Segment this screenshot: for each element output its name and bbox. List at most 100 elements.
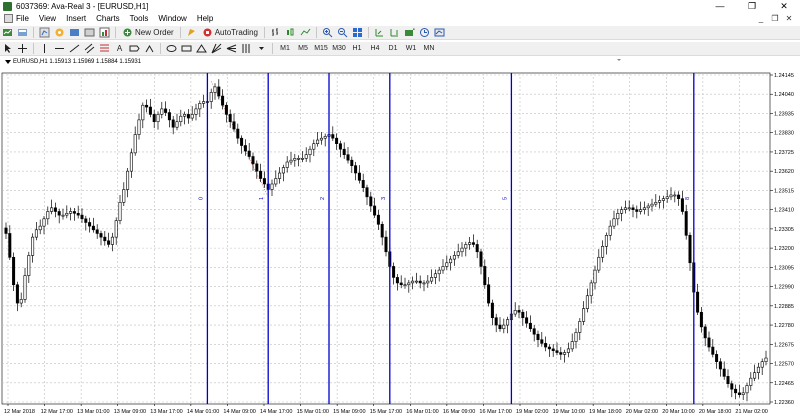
candle-body xyxy=(167,112,171,121)
zoom-out-button[interactable] xyxy=(336,27,349,39)
candle-body xyxy=(578,321,582,333)
arrows-button[interactable] xyxy=(143,43,156,55)
cycle-lines-icon xyxy=(242,44,250,53)
rectangle-button[interactable] xyxy=(180,43,193,55)
new-chart-button[interactable] xyxy=(1,27,14,39)
candlesticks-button[interactable] xyxy=(284,27,297,39)
candle-body xyxy=(247,150,251,157)
mdi-minimize-button[interactable]: _ xyxy=(754,12,768,25)
data-window-button[interactable] xyxy=(53,27,66,39)
text-tool-button[interactable]: A xyxy=(113,43,126,55)
metaeditor-button[interactable] xyxy=(185,27,198,39)
candle-body xyxy=(331,134,335,139)
candle-body xyxy=(80,214,84,220)
crosshair-icon xyxy=(18,44,27,53)
vertical-marker-label: 2 xyxy=(320,197,326,200)
timeframe-m15[interactable]: M15 xyxy=(313,43,329,55)
mdi-restore-button[interactable]: ❐ xyxy=(768,12,782,25)
navigator-button[interactable] xyxy=(68,27,81,39)
timeframe-m5[interactable]: M5 xyxy=(295,43,311,55)
terminal-button[interactable] xyxy=(83,27,96,39)
triangle-icon xyxy=(196,44,207,53)
triangle-button[interactable] xyxy=(195,43,208,55)
gann-fan-button[interactable] xyxy=(210,43,223,55)
autotrading-button[interactable]: AutoTrading xyxy=(200,27,260,39)
candle-body xyxy=(479,251,483,267)
candle-body xyxy=(99,233,103,238)
menu-view[interactable]: View xyxy=(39,14,56,23)
x-tick-label: 13 Mar 01:00 xyxy=(77,409,109,415)
text-label-button[interactable] xyxy=(128,43,141,55)
cycle-lines-button[interactable] xyxy=(240,43,253,55)
x-tick-label: 21 Mar 02:00 xyxy=(735,409,767,415)
mdi-close-button[interactable]: ✕ xyxy=(782,12,796,25)
timeframe-mn[interactable]: MN xyxy=(421,43,437,55)
candle-body xyxy=(422,282,426,285)
more-tools-button[interactable] xyxy=(255,43,268,55)
candle-body xyxy=(756,366,760,373)
price-chart[interactable]: 1.24145 1.24040 1.23935 1.23830 1.23725 1.236… xyxy=(0,57,800,419)
timeframe-h4[interactable]: H4 xyxy=(367,43,383,55)
candle-body xyxy=(236,128,240,139)
vertical-marker-label: 0 xyxy=(198,197,204,200)
timeframe-w1[interactable]: W1 xyxy=(403,43,419,55)
chart-shift-button[interactable] xyxy=(388,27,401,39)
menu-tools[interactable]: Tools xyxy=(130,14,149,23)
vertical-line-button[interactable] xyxy=(38,43,51,55)
cursor-button[interactable] xyxy=(1,43,14,55)
trendline-overlay xyxy=(210,81,269,197)
indicators-button[interactable] xyxy=(403,27,416,39)
zoom-in-button[interactable] xyxy=(321,27,334,39)
fibonacci-retracement-button[interactable] xyxy=(98,43,111,55)
menu-help[interactable]: Help xyxy=(197,14,213,23)
timeframe-m1[interactable]: M1 xyxy=(277,43,293,55)
menu-insert[interactable]: Insert xyxy=(66,14,86,23)
crosshair-button[interactable] xyxy=(16,43,29,55)
minimize-button[interactable]: — xyxy=(704,0,736,12)
close-button[interactable]: ✕ xyxy=(768,0,800,12)
bar-chart-button[interactable] xyxy=(269,27,282,39)
vertical-marker-label: 3 xyxy=(381,197,387,200)
document-icon[interactable] xyxy=(4,14,13,23)
chart-window[interactable]: 1.24145 1.24040 1.23935 1.23830 1.23725 1.236… xyxy=(0,57,800,419)
periods-button[interactable] xyxy=(418,27,431,39)
pitchfork-button[interactable] xyxy=(225,43,238,55)
maximize-button[interactable]: ❐ xyxy=(736,0,768,12)
chart-symbol-quote: EURUSD,H1 1.15913 1.15969 1.15884 1.1593… xyxy=(13,59,142,65)
candle-body xyxy=(156,114,160,123)
candle-body xyxy=(525,317,529,324)
candle-body xyxy=(72,211,76,214)
candle-body xyxy=(114,220,118,238)
equidistant-channel-button[interactable] xyxy=(83,43,96,55)
tile-windows-icon xyxy=(352,28,362,37)
new-order-button[interactable]: New Order xyxy=(120,27,176,39)
candle-body xyxy=(224,104,228,115)
candle-body xyxy=(722,368,726,377)
x-tick-label: 20 Mar 10:00 xyxy=(662,409,694,415)
dropdown-triangle-icon[interactable] xyxy=(5,60,11,64)
line-chart-button[interactable] xyxy=(299,27,312,39)
market-watch-button[interactable] xyxy=(38,27,51,39)
candle-body xyxy=(4,227,8,234)
auto-scroll-button[interactable] xyxy=(373,27,386,39)
ellipse-button[interactable] xyxy=(165,43,178,55)
profiles-icon xyxy=(18,29,27,36)
timeframe-d1[interactable]: D1 xyxy=(385,43,401,55)
candle-body xyxy=(608,225,612,236)
strategy-tester-button[interactable] xyxy=(98,27,111,39)
x-tick-label: 19 Mar 10:00 xyxy=(553,409,585,415)
rectangle-icon xyxy=(181,45,192,52)
timeframe-m30[interactable]: M30 xyxy=(331,43,347,55)
horizontal-line-button[interactable] xyxy=(53,43,66,55)
tile-windows-button[interactable] xyxy=(351,27,364,39)
menu-charts[interactable]: Charts xyxy=(96,14,120,23)
trendline-button[interactable] xyxy=(68,43,81,55)
timeframe-h1[interactable]: H1 xyxy=(349,43,365,55)
profiles-button[interactable] xyxy=(16,27,29,39)
candle-body xyxy=(661,198,665,201)
toolbar-separator xyxy=(179,27,181,38)
x-tick-label: 19 Mar 18:00 xyxy=(589,409,621,415)
templates-button[interactable] xyxy=(433,27,446,39)
menu-window[interactable]: Window xyxy=(158,14,186,23)
menu-file[interactable]: File xyxy=(16,14,29,23)
